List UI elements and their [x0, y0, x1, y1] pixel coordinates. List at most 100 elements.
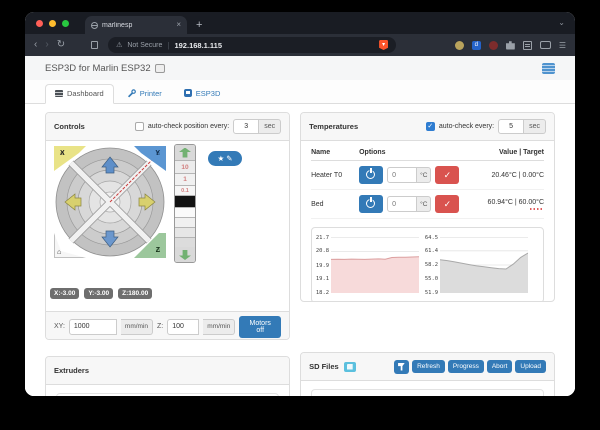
xy-feedrate-unit: mm/min — [121, 319, 153, 335]
z-strip-cell[interactable] — [175, 207, 195, 217]
wallet-icon[interactable] — [540, 41, 551, 49]
warning-icon: ⚠ — [116, 41, 122, 49]
browser-menu-icon[interactable]: ☰ — [559, 41, 566, 50]
z-feedrate-label: Z: — [157, 323, 163, 330]
xy-jog-pad: ⌂X Y⌂ ⌂ Z⌂ — [54, 146, 166, 258]
home-icon: ⌂ — [156, 247, 160, 254]
heater-t0-apply-button[interactable]: ✓ — [435, 166, 459, 184]
col-options: Options — [359, 149, 385, 156]
extensions-row: d ☰ — [455, 41, 566, 50]
motors-off-button[interactable]: Motors off — [239, 316, 281, 338]
autocheck-position-input[interactable] — [233, 119, 259, 134]
z-strip-cell[interactable] — [175, 227, 195, 237]
upload-button[interactable]: Upload — [515, 360, 546, 373]
zoom-window-button[interactable] — [62, 20, 69, 27]
z-feedrate-unit: mm/min — [203, 319, 235, 335]
site-favicon — [91, 22, 98, 29]
address-bar[interactable]: ⚠ Not Secure | 192.168.1.115 — [108, 37, 396, 53]
edit-position-button[interactable]: ★✎ — [208, 151, 242, 166]
autocheck-position-checkbox[interactable] — [135, 122, 144, 131]
forward-icon[interactable]: › — [45, 40, 48, 50]
browser-window: marlinesp × + ⌄ ‹ › ↻ ⚠ Not Secure | 192… — [25, 12, 575, 396]
col-name: Name — [311, 149, 359, 156]
extruders-title: Extruders — [54, 366, 89, 375]
heater-t0-power-button[interactable] — [359, 166, 383, 184]
progress-button[interactable]: Progress — [448, 360, 484, 373]
extension-d-icon[interactable]: d — [472, 41, 481, 50]
back-icon[interactable]: ‹ — [34, 40, 37, 50]
reading-list-icon[interactable] — [523, 41, 532, 50]
sd-files-list — [311, 389, 544, 396]
bed-chart-ticks: 64.561.458.255.051.9 — [423, 237, 440, 293]
z-plus-arrow[interactable] — [175, 145, 195, 160]
panel-list-icon[interactable] — [542, 63, 555, 74]
z-step-0-1[interactable]: 0.1 — [175, 185, 195, 195]
home-icon: ⌂ — [57, 249, 61, 256]
xy-feedrate-input[interactable] — [69, 319, 117, 335]
dashboard-icon — [55, 90, 63, 97]
z-feedrate-input[interactable] — [167, 319, 199, 335]
browser-tab[interactable]: marlinesp × — [85, 16, 187, 34]
extensions-puzzle-icon[interactable] — [506, 41, 515, 50]
extruders-panel: Extruders Name Options — [45, 356, 290, 396]
heater-t0-chart-plot — [331, 237, 419, 293]
check-icon: ✓ — [444, 199, 452, 209]
rewards-coin-icon[interactable] — [455, 41, 464, 50]
z-strip-cell[interactable] — [175, 217, 195, 227]
z-step-10[interactable]: 10 — [175, 160, 195, 173]
star-icon: ★ — [217, 154, 224, 163]
security-label: Not Secure — [127, 42, 162, 49]
page-header: ESP3D for Marlin ESP32 — [25, 56, 575, 80]
check-icon: ✓ — [444, 170, 452, 180]
z-step-1[interactable]: 1 — [175, 173, 195, 185]
bed-target-input[interactable] — [387, 196, 417, 212]
controls-panel: Controls auto-check position every: sec — [45, 112, 290, 340]
browser-tab-strip: marlinesp × + ⌄ — [25, 12, 575, 34]
autocheck-temps-checkbox[interactable]: ✓ — [426, 122, 435, 131]
tab-overview-chevron-icon[interactable]: ⌄ — [558, 18, 565, 27]
tab-title: marlinesp — [102, 22, 172, 29]
refresh-button[interactable]: Refresh — [412, 360, 445, 373]
temperatures-panel: Temperatures ✓ auto-check every: sec — [300, 112, 555, 302]
z-strip-cell[interactable] — [175, 237, 195, 247]
abort-button[interactable]: Abort — [487, 360, 513, 373]
reload-icon[interactable]: ↻ — [57, 40, 65, 50]
sd-files-panel: SD Files Refresh Progress Abort Upload — [300, 352, 555, 396]
heater-t0-chart: 21.720.819.919.118.2 — [314, 237, 419, 293]
position-badges: X:-3.00 Y:-3.00 Z:180.00 — [50, 288, 152, 299]
tab-dashboard[interactable]: Dashboard — [45, 84, 114, 104]
tab-close-icon[interactable]: × — [176, 21, 181, 29]
table-row-heater-t0: Heater T0 °C ✓ 20.46°C | 0.00°C — [311, 161, 544, 190]
bed-power-button[interactable] — [359, 195, 383, 213]
bed-apply-button[interactable]: ✓ — [435, 195, 459, 213]
firmware-badge-icon — [155, 64, 165, 73]
position-x-badge: X:-3.00 — [50, 288, 79, 299]
bed-value: 60.94°C | 60.00°C — [488, 199, 544, 210]
temperature-charts: 21.720.819.919.118.2 64.561.458.255.051.… — [311, 227, 544, 302]
power-icon — [370, 168, 372, 173]
bookmark-icon[interactable] — [91, 41, 98, 49]
tab-printer[interactable]: Printer — [118, 84, 171, 103]
temperatures-title: Temperatures — [309, 122, 358, 131]
browser-toolbar: ‹ › ↻ ⚠ Not Secure | 192.168.1.115 d ☰ — [25, 34, 575, 56]
pen-icon: ✎ — [226, 154, 232, 163]
dashboard-main: Controls auto-check position every: sec — [25, 104, 575, 396]
jog-area: ⌂X Y⌂ ⌂ Z⌂ — [46, 141, 289, 311]
z-minus-arrow[interactable] — [175, 247, 195, 262]
new-tab-button[interactable]: + — [196, 16, 202, 34]
minimize-window-button[interactable] — [49, 20, 56, 27]
position-y-badge: Y:-3.00 — [84, 288, 113, 299]
z-strip-divider — [175, 195, 195, 207]
table-row-bed: Bed °C ✓ 60.94°C | 60.00°C — [311, 190, 544, 219]
extension-red-icon[interactable] — [489, 41, 498, 50]
sd-card-icon[interactable] — [344, 362, 356, 372]
close-window-button[interactable] — [36, 20, 43, 27]
sd-files-title: SD Files — [309, 362, 339, 371]
brave-shield-icon[interactable] — [379, 40, 388, 50]
heater-t0-target-input[interactable] — [387, 167, 417, 183]
home-icon: ⌂ — [156, 150, 160, 157]
filter-button[interactable] — [394, 360, 409, 374]
tab-esp3d[interactable]: ESP3D — [175, 84, 230, 103]
autocheck-temps-input[interactable] — [498, 119, 524, 134]
temperatures-table: Name Options Value | Target Heater T0 °C — [301, 141, 554, 219]
